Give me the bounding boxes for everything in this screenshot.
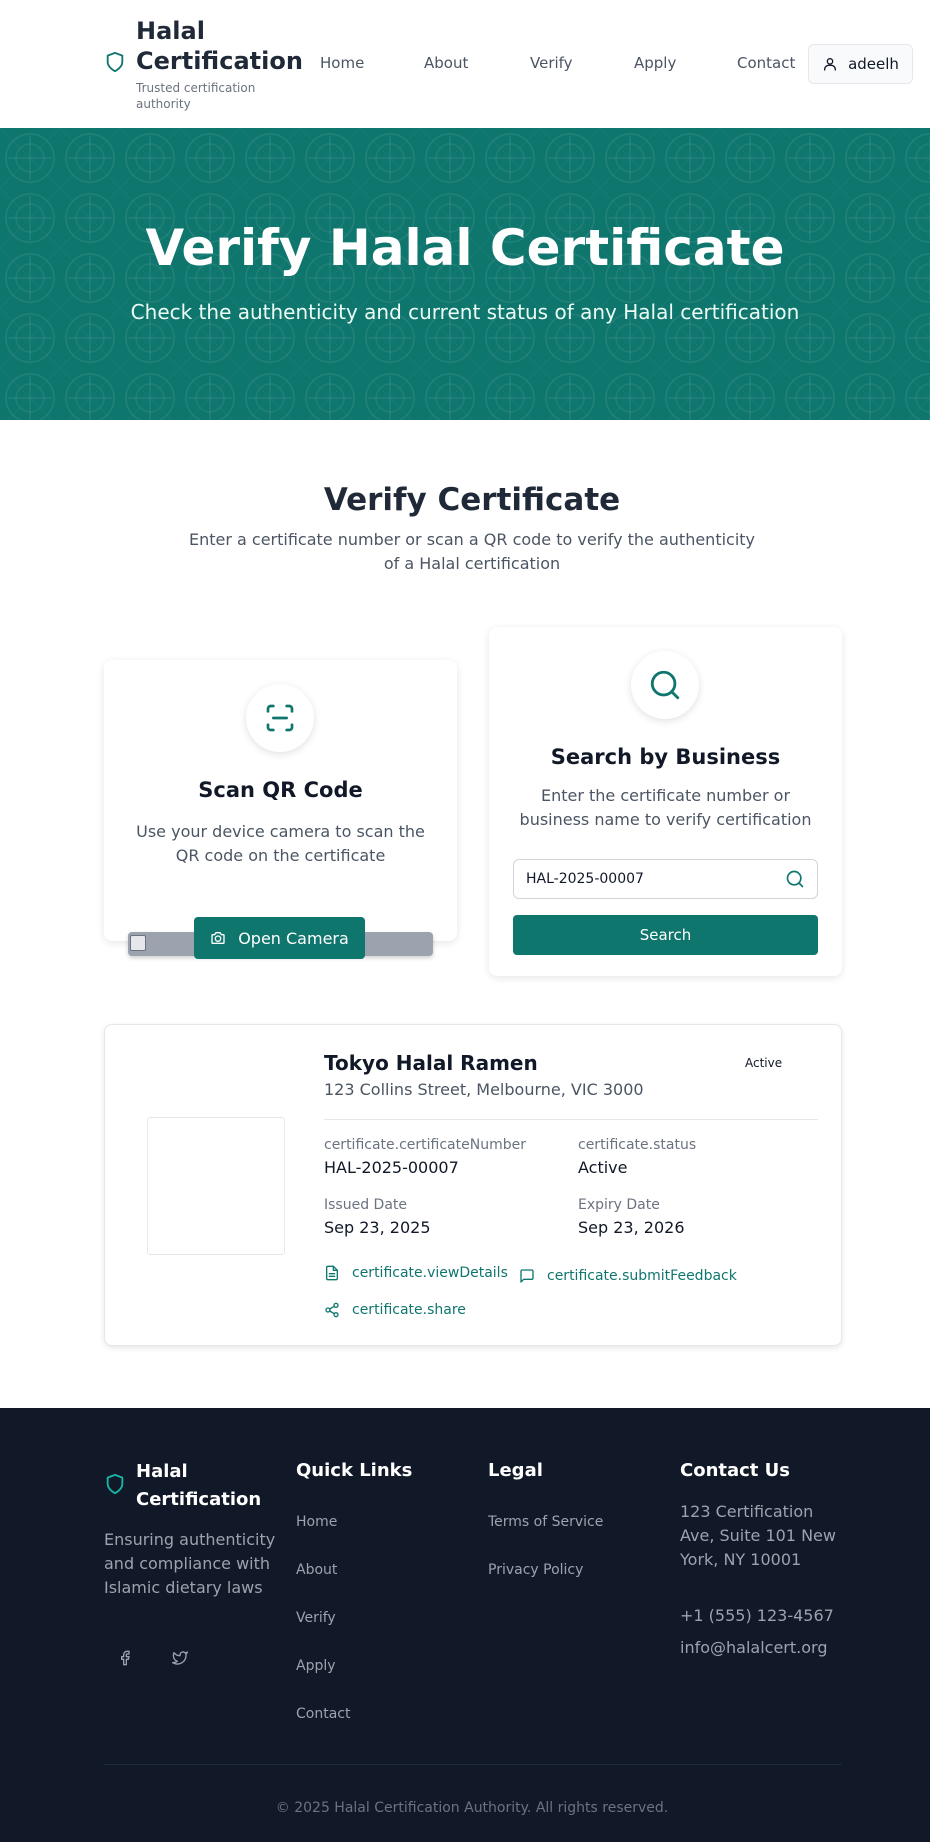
footer-divider <box>104 1764 842 1765</box>
twitter-icon <box>172 1651 188 1665</box>
verify-section-subtitle: Enter a certificate number or scan a QR … <box>188 530 756 573</box>
certificate-qr-code <box>147 1117 285 1255</box>
footer-link-about[interactable]: About <box>296 1560 337 1580</box>
view-details-link[interactable]: certificate.viewDetails <box>324 1263 508 1283</box>
issued-date-label: Issued Date <box>324 1197 408 1213</box>
cert-status-value: Active <box>578 1158 628 1177</box>
camera-icon <box>211 932 225 944</box>
submit-feedback-label: certificate.submitFeedback <box>547 1268 737 1284</box>
user-menu-button[interactable]: adeelh <box>808 44 913 84</box>
footer-link-privacy[interactable]: Privacy Policy <box>488 1560 583 1580</box>
hero-subtitle: Check the authenticity and current statu… <box>130 300 800 324</box>
site-footer: Halal Certification Ensuring authenticit… <box>0 1408 930 1842</box>
facebook-icon <box>121 1650 130 1666</box>
brand-title: Halal Certification <box>136 17 303 75</box>
footer-link-verify[interactable]: Verify <box>296 1608 336 1628</box>
footer-link-home[interactable]: Home <box>296 1512 337 1532</box>
copyright: © 2025 Halal Certification Authority. Al… <box>275 1800 669 1816</box>
share-label: certificate.share <box>352 1302 466 1318</box>
business-address: 123 Collins Street, Melbourne, VIC 3000 <box>324 1080 644 1099</box>
twitter-link[interactable] <box>168 1646 192 1670</box>
search-input-icon[interactable] <box>785 869 805 889</box>
shield-icon <box>106 51 124 73</box>
site-header: Halal Certification Trusted certificatio… <box>0 0 930 128</box>
search-card-text: Enter the certificate number or business… <box>519 786 812 829</box>
qr-card-title: Scan QR Code <box>198 778 363 802</box>
legal-title: Legal <box>488 1460 543 1481</box>
nav-about[interactable]: About <box>424 53 468 73</box>
user-name: adeelh <box>848 55 899 73</box>
verify-section-title: Verify Certificate <box>323 482 621 518</box>
footer-link-contact[interactable]: Contact <box>296 1704 350 1724</box>
nav-home[interactable]: Home <box>320 53 364 73</box>
cert-number-value: HAL-2025-00007 <box>324 1158 459 1177</box>
search-card-title: Search by Business <box>550 745 781 769</box>
view-details-label: certificate.viewDetails <box>352 1265 508 1281</box>
search-icon <box>650 670 680 700</box>
qr-scan-icon <box>266 704 294 732</box>
search-business-card: Search by Business Enter the certificate… <box>489 627 842 976</box>
file-text-icon <box>326 1265 338 1281</box>
quick-links-title: Quick Links <box>296 1460 413 1481</box>
business-name: Tokyo Halal Ramen <box>324 1051 538 1075</box>
cert-number-label: certificate.certificateNumber <box>324 1137 526 1153</box>
shield-icon <box>106 1473 124 1495</box>
footer-link-apply[interactable]: Apply <box>296 1656 336 1676</box>
contact-email[interactable]: info@halalcert.org <box>680 1636 850 1660</box>
broken-image-icon <box>130 935 146 951</box>
message-square-icon <box>520 1269 534 1283</box>
footer-description: Ensuring authenticity and compliance wit… <box>104 1530 276 1597</box>
status-badge: Active <box>745 1056 783 1070</box>
result-divider <box>324 1119 818 1120</box>
hero-banner: Verify Halal Certificate Check the authe… <box>0 128 930 420</box>
brand-subtitle: Trusted certification authority <box>136 81 256 111</box>
issued-date-value: Sep 23, 2025 <box>324 1218 431 1237</box>
open-camera-label: Open Camera <box>238 928 349 948</box>
cert-status-label: certificate.status <box>578 1137 697 1153</box>
expiry-date-value: Sep 23, 2026 <box>578 1218 685 1237</box>
search-icon-circle <box>631 651 699 719</box>
user-icon <box>824 58 837 71</box>
footer-link-terms[interactable]: Terms of Service <box>488 1512 603 1532</box>
qr-icon-circle <box>246 684 314 752</box>
open-camera-button[interactable]: Open Camera <box>194 917 365 959</box>
nav-contact[interactable]: Contact <box>737 53 795 73</box>
contact-title: Contact Us <box>680 1460 791 1481</box>
qr-card-text: Use your device camera to scan the QR co… <box>136 822 425 865</box>
certificate-search-input[interactable] <box>513 859 818 899</box>
submit-feedback-link[interactable]: certificate.submitFeedback <box>519 1266 737 1286</box>
footer-brand-title: Halal Certification <box>136 1461 262 1510</box>
share-icon <box>325 1302 339 1318</box>
search-button[interactable]: Search <box>513 915 818 955</box>
nav-verify[interactable]: Verify <box>530 53 573 73</box>
facebook-link[interactable] <box>113 1646 137 1670</box>
expiry-date-label: Expiry Date <box>578 1197 660 1213</box>
contact-phone: +1 (555) 123-4567 <box>680 1606 834 1625</box>
qr-scan-card: Scan QR Code Use your device camera to s… <box>104 660 457 959</box>
contact-address: 123 Certification Ave, Suite 101 New Yor… <box>680 1502 836 1569</box>
certificate-result-card: Tokyo Halal Ramen 123 Collins Street, Me… <box>104 1024 842 1346</box>
share-link[interactable]: certificate.share <box>324 1300 466 1320</box>
nav-apply[interactable]: Apply <box>634 53 676 73</box>
hero-title: Verify Halal Certificate <box>145 219 785 277</box>
